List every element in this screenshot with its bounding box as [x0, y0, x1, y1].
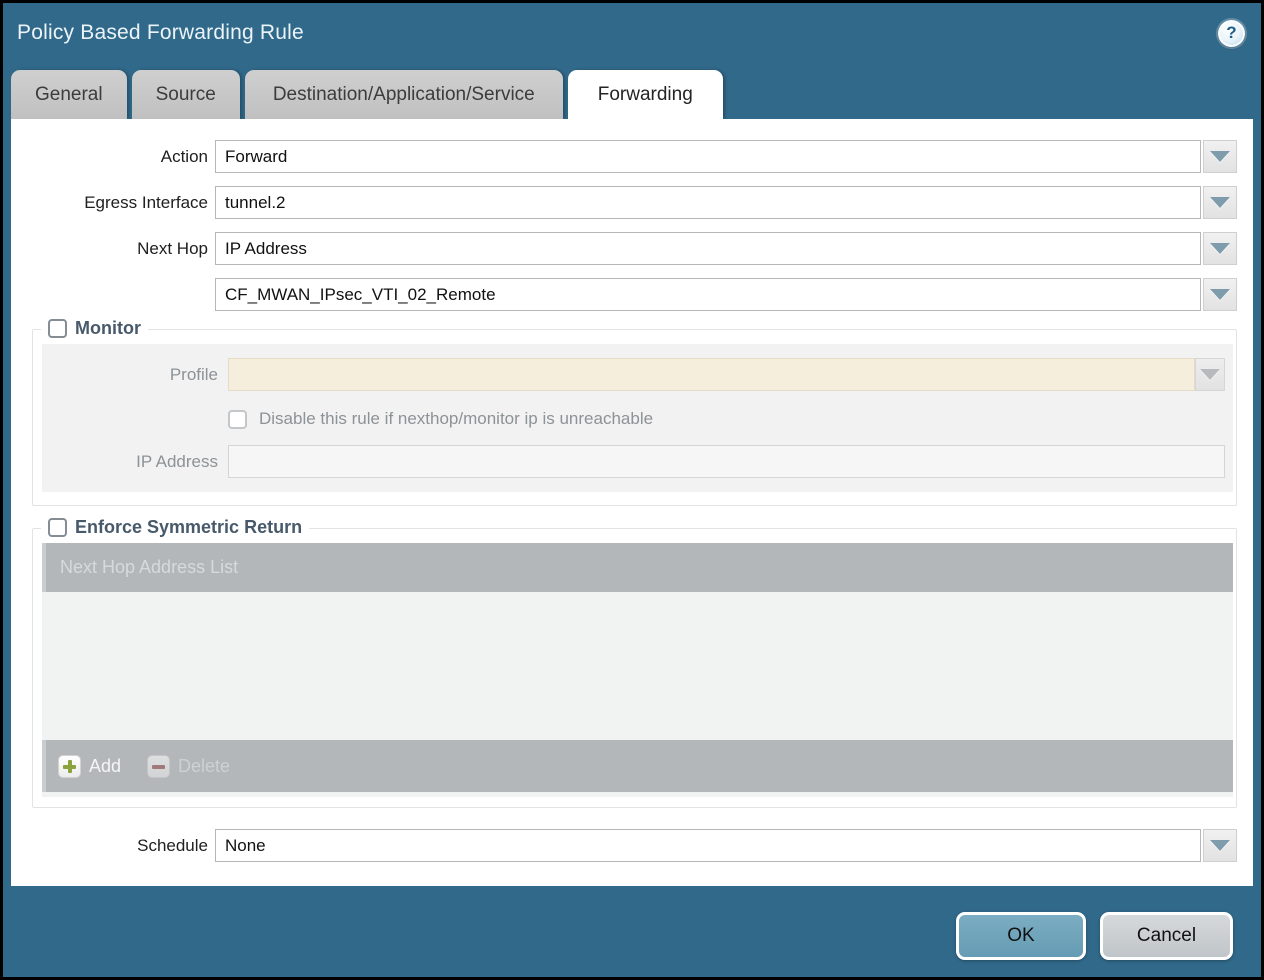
schedule-select[interactable]: None [215, 829, 1201, 862]
chevron-down-icon [1210, 151, 1230, 162]
minus-icon [147, 755, 170, 778]
delete-button-label: Delete [178, 756, 230, 777]
next-hop-type-select[interactable]: IP Address [215, 232, 1201, 265]
add-button[interactable]: Add [58, 755, 121, 778]
chevron-down-icon [1210, 840, 1230, 851]
monitor-ip-row: IP Address [42, 445, 1233, 478]
profile-dropdown-button [1195, 358, 1225, 391]
plus-icon [58, 755, 81, 778]
symmetric-return-legend-label: Enforce Symmetric Return [75, 517, 302, 538]
egress-interface-label: Egress Interface [11, 193, 208, 213]
help-icon[interactable]: ? [1218, 20, 1245, 47]
profile-label: Profile [42, 365, 218, 385]
chevron-down-icon [1210, 243, 1230, 254]
next-hop-address-select[interactable]: CF_MWAN_IPsec_VTI_02_Remote [215, 278, 1201, 311]
profile-row: Profile [42, 358, 1233, 391]
next-hop-address-list-column-header: Next Hop Address List [60, 557, 238, 578]
monitor-section: Monitor Profile Disable this rule if nex… [32, 329, 1237, 506]
tab-bar: General Source Destination/Application/S… [3, 63, 1261, 119]
enforce-symmetric-return-checkbox[interactable] [48, 518, 67, 537]
schedule-row: Schedule None [11, 829, 1237, 862]
symmetric-return-legend: Enforce Symmetric Return [41, 517, 309, 538]
delete-button: Delete [147, 755, 230, 778]
screen: Policy Based Forwarding Rule ? General S… [0, 0, 1264, 980]
action-select[interactable]: Forward [215, 140, 1201, 173]
cancel-button[interactable]: Cancel [1100, 912, 1233, 960]
forwarding-tab-panel: Action Forward Egress Interface tunnel.2… [11, 119, 1253, 886]
schedule-dropdown-button[interactable] [1203, 829, 1237, 862]
monitor-ip-label: IP Address [42, 452, 218, 472]
disable-rule-checkbox [228, 410, 247, 429]
tab-general[interactable]: General [11, 70, 127, 119]
table-toolbar: Add Delete [42, 740, 1233, 792]
disable-rule-row: Disable this rule if nexthop/monitor ip … [228, 409, 1233, 429]
monitor-legend: Monitor [41, 318, 148, 339]
next-hop-row: Next Hop IP Address [11, 232, 1237, 265]
chevron-down-icon [1210, 197, 1230, 208]
table-body-empty[interactable] [42, 592, 1233, 740]
tab-forwarding[interactable]: Forwarding [568, 70, 723, 119]
pbf-rule-dialog: Policy Based Forwarding Rule ? General S… [3, 3, 1261, 977]
dialog-footer: OK Cancel [3, 886, 1261, 977]
monitor-legend-label: Monitor [75, 318, 141, 339]
chevron-down-icon [1200, 369, 1220, 380]
next-hop-address-row: CF_MWAN_IPsec_VTI_02_Remote [11, 278, 1237, 311]
action-row: Action Forward [11, 140, 1237, 173]
ok-button[interactable]: OK [956, 912, 1086, 960]
next-hop-address-table: Next Hop Address List Add Delete [42, 543, 1233, 797]
disable-rule-label: Disable this rule if nexthop/monitor ip … [259, 409, 653, 429]
tab-destination-application-service[interactable]: Destination/Application/Service [245, 70, 563, 119]
profile-select[interactable] [228, 358, 1195, 391]
next-hop-dropdown-button[interactable] [1203, 232, 1237, 265]
schedule-label: Schedule [11, 836, 208, 856]
egress-interface-dropdown-button[interactable] [1203, 186, 1237, 219]
table-header: Next Hop Address List [42, 543, 1233, 592]
add-button-label: Add [89, 756, 121, 777]
monitor-ip-input [228, 445, 1225, 478]
egress-interface-row: Egress Interface tunnel.2 [11, 186, 1237, 219]
monitor-panel: Profile Disable this rule if nexthop/mon… [42, 344, 1233, 492]
monitor-checkbox[interactable] [48, 319, 67, 338]
dialog-titlebar: Policy Based Forwarding Rule ? [3, 3, 1261, 63]
next-hop-label: Next Hop [11, 239, 208, 259]
tab-source[interactable]: Source [132, 70, 240, 119]
dialog-title: Policy Based Forwarding Rule [17, 21, 1218, 45]
egress-interface-select[interactable]: tunnel.2 [215, 186, 1201, 219]
action-label: Action [11, 147, 208, 167]
action-dropdown-button[interactable] [1203, 140, 1237, 173]
chevron-down-icon [1210, 289, 1230, 300]
symmetric-return-section: Enforce Symmetric Return Next Hop Addres… [32, 528, 1237, 808]
next-hop-address-dropdown-button[interactable] [1203, 278, 1237, 311]
